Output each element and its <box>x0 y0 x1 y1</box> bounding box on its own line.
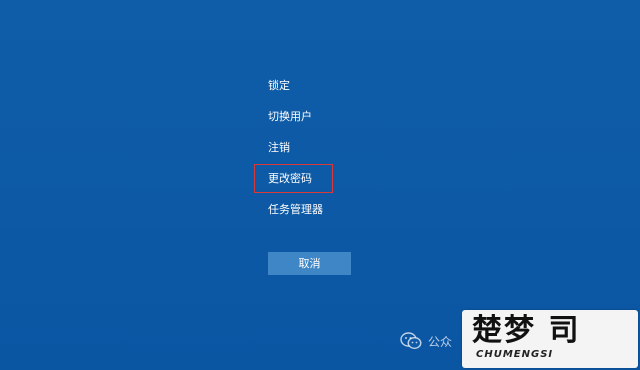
cancel-button[interactable]: 取消 <box>268 252 351 275</box>
menu-item-label: 注销 <box>268 141 290 154</box>
menu-item-label: 更改密码 <box>268 172 312 185</box>
menu-item-sign-out[interactable]: 注销 <box>268 138 323 169</box>
brand-logo-mark: 楚梦 司 <box>472 313 581 348</box>
wechat-icon <box>400 332 422 350</box>
menu-item-label: 任务管理器 <box>268 203 323 216</box>
menu-item-switch-user[interactable]: 切换用户 <box>268 107 323 138</box>
security-options-menu: 锁定 切换用户 注销 更改密码 任务管理器 <box>268 76 323 231</box>
menu-item-label: 切换用户 <box>268 110 312 123</box>
security-options-screen: 锁定 切换用户 注销 更改密码 任务管理器 取消 公众 楚梦 司 CHUMENG… <box>0 0 640 370</box>
brand-logo-subtitle: CHUMENGSI <box>476 349 554 360</box>
brand-logo: 楚梦 司 CHUMENGSI <box>462 310 638 368</box>
watermark: 公众 <box>400 332 452 350</box>
menu-item-change-password[interactable]: 更改密码 <box>268 169 323 200</box>
watermark-text: 公众 <box>428 334 453 349</box>
menu-item-lock[interactable]: 锁定 <box>268 76 323 107</box>
menu-item-task-manager[interactable]: 任务管理器 <box>268 200 323 231</box>
menu-item-label: 锁定 <box>268 79 290 92</box>
